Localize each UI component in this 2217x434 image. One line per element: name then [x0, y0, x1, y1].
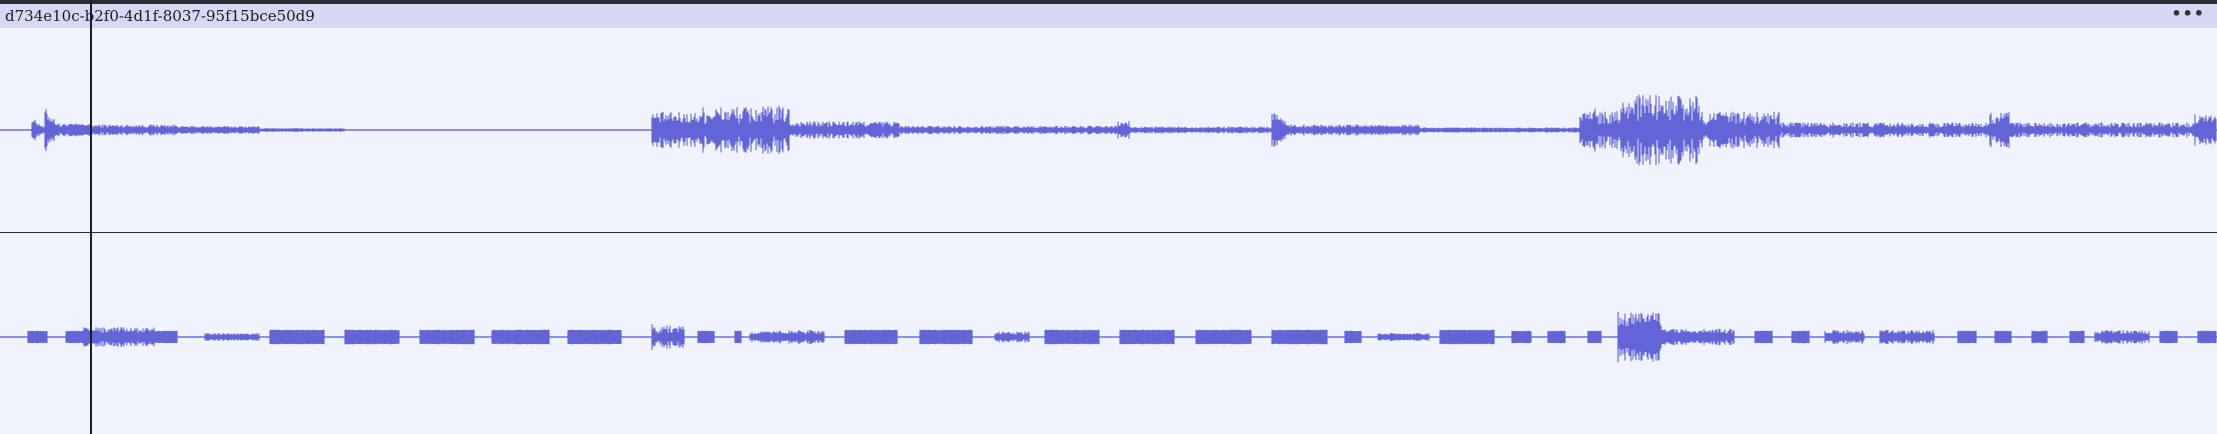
clip-name: d734e10c-b2f0-4d1f-8037-95f15bce50d9	[5, 7, 315, 25]
channel-right[interactable]	[0, 233, 2217, 434]
channel-left[interactable]	[0, 28, 2217, 232]
waveform-left-channel	[0, 94, 2217, 166]
playhead-cursor[interactable]	[90, 0, 92, 434]
clip-menu-button[interactable]: •••	[2171, 4, 2205, 23]
waveform-right-channel	[0, 311, 2217, 363]
clip-header[interactable]: d734e10c-b2f0-4d1f-8037-95f15bce50d9 •••	[0, 4, 2217, 28]
waveform-path	[27, 311, 2217, 363]
waveform-area[interactable]	[0, 28, 2217, 434]
